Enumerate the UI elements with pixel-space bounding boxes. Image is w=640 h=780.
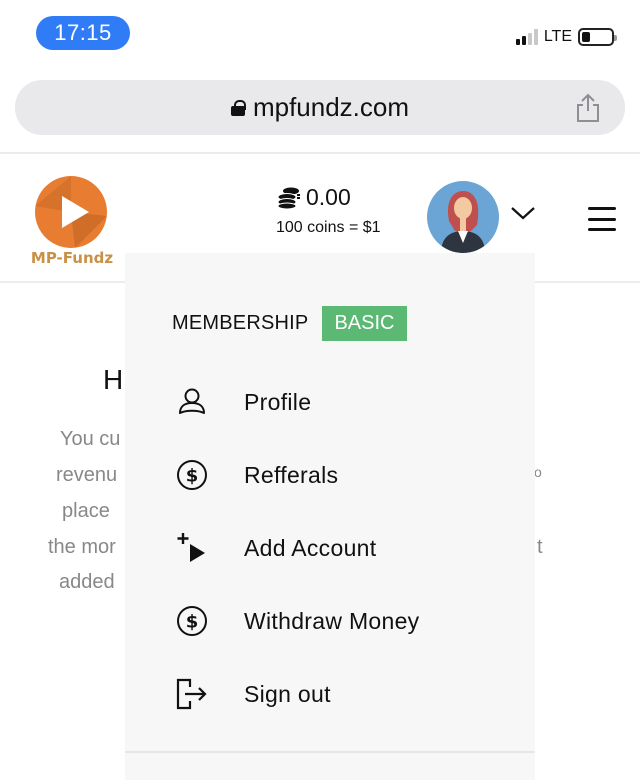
menu-label: Refferals	[244, 461, 339, 488]
menu-item-add-account[interactable]: Add Account	[172, 523, 512, 573]
svg-text:$: $	[186, 466, 199, 487]
menu-item-profile[interactable]: Profile	[172, 377, 512, 427]
coin-rate: 100 coins = $1	[276, 219, 381, 236]
avatar[interactable]	[427, 181, 499, 253]
user-icon	[179, 388, 205, 414]
sign-out-icon	[176, 678, 207, 710]
header-divider	[0, 152, 640, 154]
menu-label: Profile	[244, 388, 312, 415]
coin-balance: 0.00 100 coins = $1	[276, 184, 381, 237]
status-time: 17:15	[36, 16, 130, 50]
network-type: LTE	[543, 28, 572, 45]
site-logo[interactable]: MP-Fundz	[24, 174, 120, 270]
body-text-fragment: o	[534, 464, 542, 480]
body-text-fragment: place	[62, 500, 110, 522]
menu-label: Withdraw Money	[244, 607, 420, 634]
status-bar: 17:15 LTE	[0, 0, 640, 70]
account-dropdown: MEMBERSHIP BASIC Profile $ Refferals Add…	[125, 253, 535, 780]
menu-label: Add Account	[244, 534, 377, 561]
menu-label: Sign out	[244, 680, 331, 707]
address-bar[interactable]: mpfundz.com	[15, 80, 625, 135]
status-indicators: LTE	[515, 28, 617, 46]
body-text-fragment: t	[537, 536, 543, 558]
battery-icon	[578, 28, 617, 46]
dollar-circle-icon: $	[177, 460, 207, 490]
add-play-icon	[177, 533, 205, 562]
body-text-fragment: the mor	[48, 536, 116, 558]
body-text-fragment: added	[59, 571, 115, 593]
membership-badge: BASIC	[322, 306, 407, 341]
logo-text: MP-Fundz	[30, 249, 114, 267]
signal-icon	[515, 29, 538, 45]
dropdown-divider	[125, 751, 535, 753]
lock-icon	[230, 99, 246, 116]
membership-status: MEMBERSHIP BASIC	[172, 306, 407, 341]
membership-label: MEMBERSHIP	[172, 312, 309, 334]
play-logo-icon	[35, 176, 107, 248]
hamburger-icon[interactable]	[588, 207, 616, 231]
chevron-down-icon[interactable]	[510, 205, 536, 221]
dollar-circle-icon: $	[177, 606, 207, 636]
body-text-fragment: revenu	[56, 464, 118, 486]
menu-item-sign-out[interactable]: Sign out	[172, 669, 512, 719]
share-icon[interactable]	[575, 93, 601, 123]
coin-balance-value: 0.00	[306, 184, 351, 210]
menu-item-withdraw-money[interactable]: $ Withdraw Money	[172, 596, 512, 646]
coins-icon	[277, 187, 300, 209]
menu-item-referrals[interactable]: $ Refferals	[172, 450, 512, 500]
page-heading-fragment: H	[103, 364, 124, 395]
svg-text:$: $	[186, 612, 199, 633]
body-text-fragment: You cu	[60, 428, 121, 450]
url-text: mpfundz.com	[252, 92, 410, 122]
